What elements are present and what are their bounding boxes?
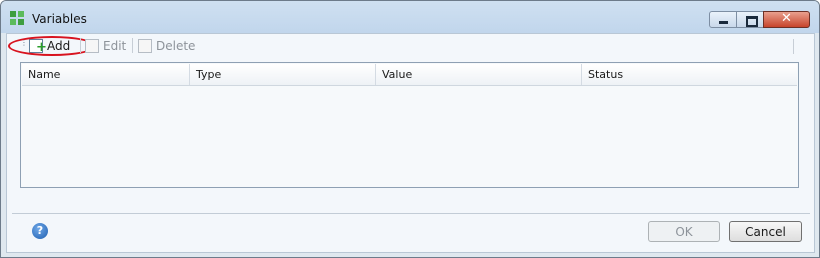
delete-icon [138,39,152,53]
toolbar-grip-icon[interactable]: ⋮ [20,39,28,47]
maximize-button[interactable] [736,11,764,28]
add-button[interactable]: Add [29,37,70,55]
ok-button[interactable]: OK [648,221,720,242]
edit-button[interactable]: Edit [85,37,126,55]
delete-button[interactable]: Delete [138,37,195,55]
add-button-label: Add [47,39,71,53]
column-header-name[interactable]: Name [22,64,190,85]
edit-button-label: Edit [103,39,127,53]
app-icon [10,11,24,25]
column-header-status[interactable]: Status [582,64,798,85]
title-bar[interactable]: Variables ✕ [1,1,819,33]
help-icon[interactable]: ? [32,223,48,239]
minimize-icon [719,21,728,24]
edit-icon [85,39,99,53]
maximize-icon [746,16,758,27]
delete-button-label: Delete [156,39,196,53]
toolbar-separator [80,38,81,53]
column-header-value[interactable]: Value [376,64,582,85]
close-button[interactable]: ✕ [763,11,810,28]
close-icon: ✕ [781,11,792,26]
add-variable-icon [29,39,47,54]
variables-window: Variables ✕ ⋮ Add Edit Delete [0,0,820,258]
variables-table[interactable]: Name Type Value Status [20,62,799,188]
cancel-button[interactable]: Cancel [729,221,802,242]
footer-divider [12,213,810,214]
column-header-type[interactable]: Type [190,64,376,85]
toolbar-separator [132,38,133,53]
table-header: Name Type Value Status [22,64,797,86]
minimize-button[interactable] [709,11,737,28]
dialog-body: ⋮ Add Edit Delete Name Type Value [6,33,815,253]
toolbar: ⋮ Add Edit Delete [7,34,804,57]
window-title: Variables [32,12,87,26]
toolbar-end-separator [793,39,794,54]
